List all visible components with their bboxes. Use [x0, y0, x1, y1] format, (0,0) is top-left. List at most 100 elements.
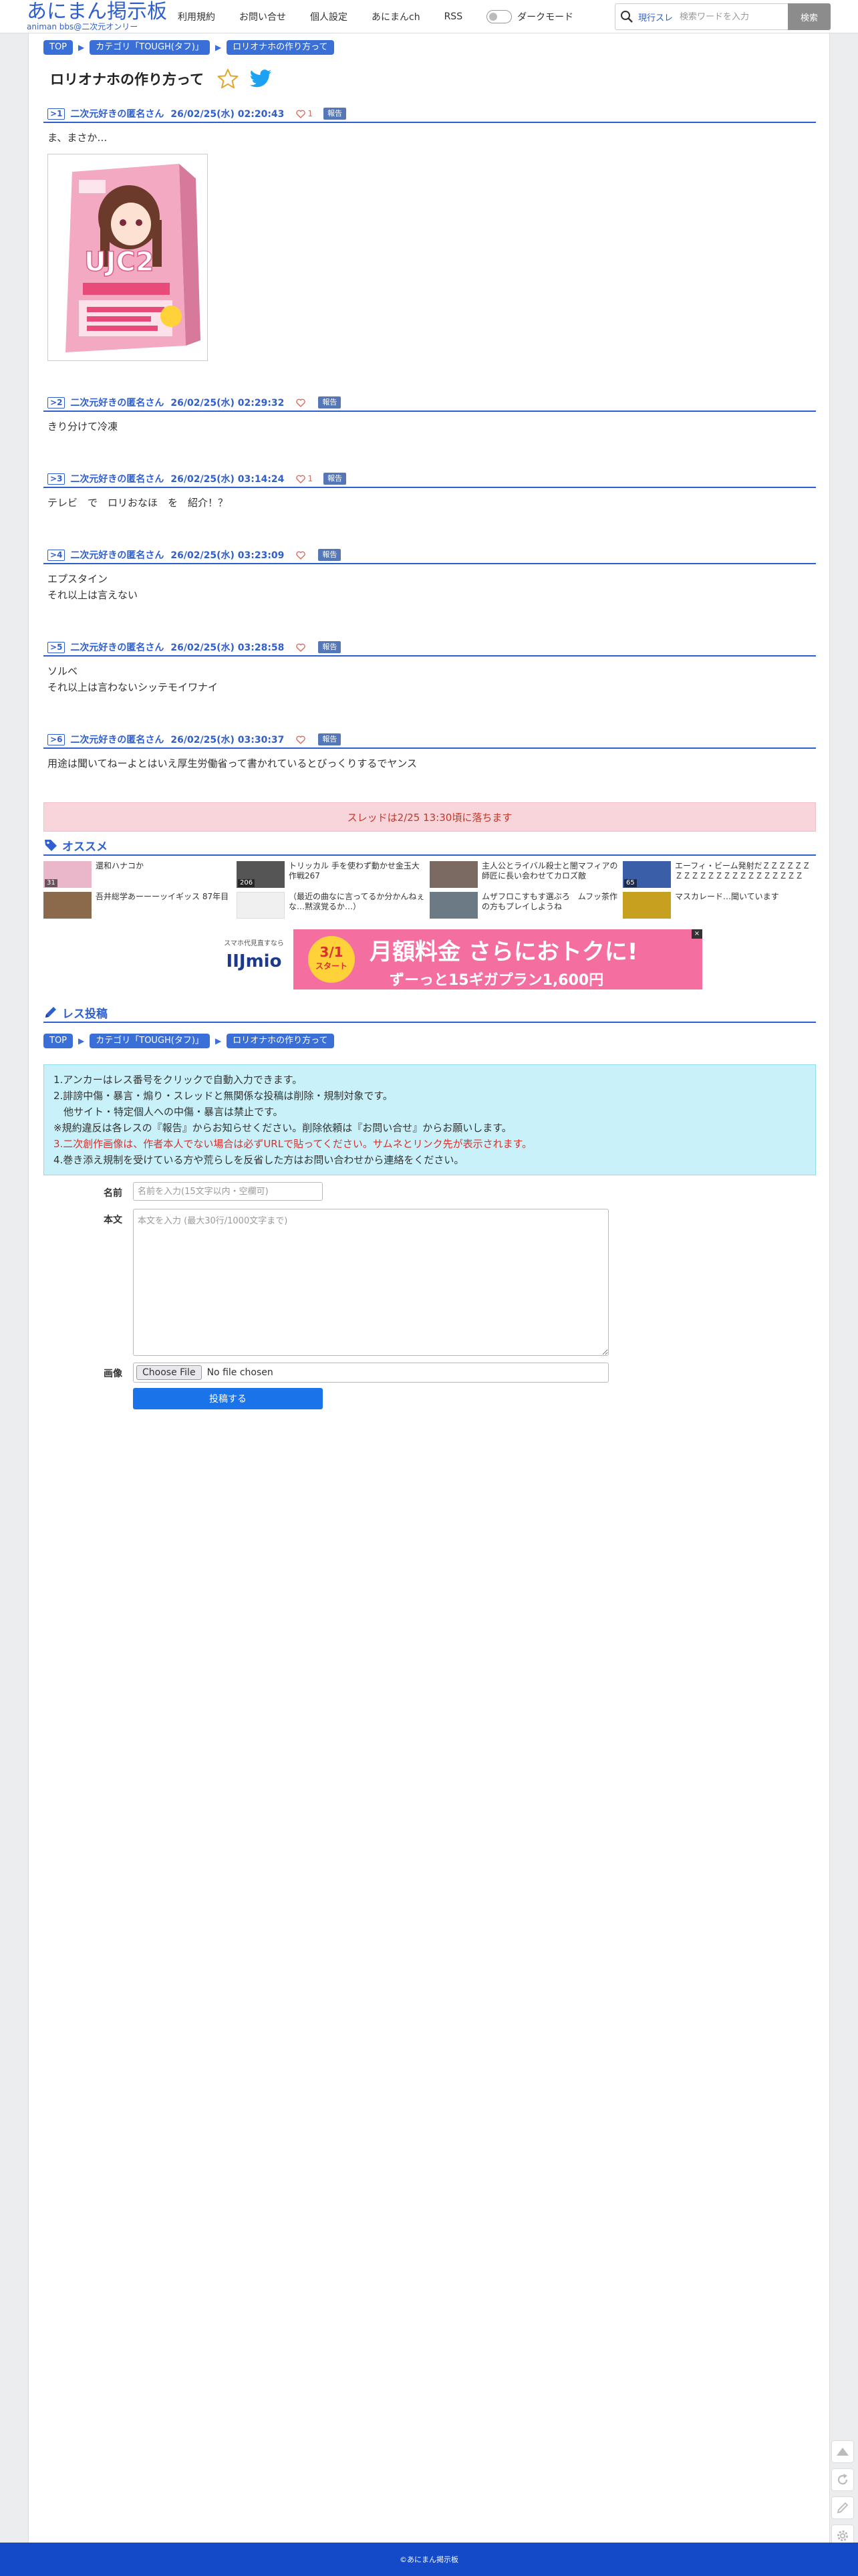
heart-icon — [296, 110, 306, 118]
page-title: ロリオナホの作り方って — [50, 72, 204, 88]
report-button[interactable]: 報告 — [318, 641, 341, 653]
nav-settings[interactable]: 個人設定 — [310, 10, 347, 23]
search-mode-select[interactable]: 現行スレ — [638, 11, 673, 23]
compose-button[interactable] — [831, 2496, 854, 2519]
report-button[interactable]: 報告 — [323, 473, 347, 485]
res-number[interactable]: >4 — [47, 549, 65, 561]
breadcrumb-top[interactable]: TOP — [43, 40, 74, 55]
ad-badge: 3/1 スタート — [308, 936, 355, 983]
name-label: 名前 — [104, 1188, 122, 1199]
name-field[interactable] — [133, 1182, 323, 1201]
search-icon — [615, 4, 638, 29]
recommend-thumbnail: 65 — [623, 861, 671, 888]
res-number[interactable]: >3 — [47, 473, 65, 485]
post-header: >5 二次元好きの匿名さん 26/02/25(水) 03:28:58 報告 — [43, 639, 816, 657]
report-button[interactable]: 報告 — [318, 396, 341, 408]
post-line: 用途は聞いてねーよとはいえ厚生労働省って書かれているとびっくりするでヤンス — [47, 757, 418, 770]
post-date: 26/02/25(水) 02:20:43 — [170, 109, 285, 120]
res-number-value: 5 — [57, 642, 63, 652]
res-number[interactable]: >1 — [47, 108, 65, 120]
ad-banner[interactable]: スマホ代見直すなら IIJmio 3/1 スタート 月額料金 さらにおトクに! … — [214, 929, 702, 989]
res-number-value: 2 — [57, 397, 63, 407]
recommend-item[interactable]: ムザフロこすもす選ぶろ ムフッ茶作の方もプレイしようね — [430, 892, 623, 919]
like-button[interactable] — [296, 735, 307, 744]
res-number[interactable]: >2 — [47, 396, 65, 408]
like-button[interactable]: 1 — [296, 474, 313, 483]
breadcrumb-top[interactable]: TOP — [43, 1034, 74, 1048]
post-image[interactable]: UJC2 — [47, 154, 208, 361]
report-button[interactable]: 報告 — [323, 108, 347, 120]
twitter-share-icon[interactable] — [249, 69, 272, 89]
scroll-top-button[interactable] — [831, 2440, 854, 2463]
search-input[interactable] — [680, 11, 780, 22]
body-field[interactable] — [133, 1209, 609, 1356]
post-date: 26/02/25(水) 03:23:09 — [170, 550, 285, 561]
recommend-item[interactable]: 31 還和ハナコか — [43, 861, 237, 888]
ad-badge-label: スタート — [315, 961, 347, 971]
site-logo[interactable]: あにまん掲示板 animan bbs@二次元オンリー — [27, 1, 167, 32]
image-label: 画像 — [104, 1369, 122, 1379]
recommend-item[interactable]: 主人公とライバル殺士と闇マフィアの師匠に長い会わせてカロズ敵 — [430, 861, 623, 888]
reload-button[interactable] — [831, 2468, 854, 2491]
submit-button[interactable]: 投稿する — [133, 1388, 323, 1409]
breadcrumb-category[interactable]: カテゴリ「TOUGH(タフ)」 — [90, 40, 210, 55]
recommend-item[interactable]: マスカレード…聞いています — [623, 892, 816, 919]
like-button[interactable] — [296, 643, 307, 652]
like-button[interactable] — [296, 551, 307, 560]
like-button[interactable] — [296, 398, 307, 407]
rule-line: 4.巻き添え規制を受けている方や荒らしを反省した方はお問い合わせから連絡をくださ… — [53, 1154, 464, 1166]
recommend-grid: 31 還和ハナコか 206 トリッカル 手を使わず動かせ金玉大作戦267 主人公… — [43, 861, 816, 919]
recommend-item[interactable]: 65 エーフィ・ビーム発射だＺＺＺＺＺＺＺＺＺＺＺＺＺＺＺＺＺＺＺＺＺＺ — [623, 861, 816, 888]
toggle-switch[interactable] — [486, 10, 513, 23]
reply-form-section: レス投稿 — [43, 1003, 816, 1023]
ad-subline: ずーっと15ギガプラン1,600円 — [390, 972, 604, 989]
recommend-item[interactable]: 吾井総学あーーーッイギッス 87年目 — [43, 892, 237, 919]
choose-file-button[interactable]: Choose File — [136, 1365, 202, 1380]
ad-close-icon[interactable]: × — [692, 929, 702, 939]
post-line: きり分けて冷凍 — [47, 421, 118, 433]
breadcrumb-bottom: TOP ▶ カテゴリ「TOUGH(タフ)」 ▶ ロリオナホの作り方って — [43, 1034, 334, 1048]
post-line: ソルベ — [47, 665, 78, 677]
ad-brand-logo: IIJmio — [226, 951, 282, 971]
post-body: テレビ で ロリおなほ を 紹介！？ — [47, 495, 816, 511]
search-button[interactable]: 検索 — [788, 3, 831, 30]
report-button[interactable]: 報告 — [318, 733, 341, 745]
recommend-item[interactable]: （最近の曲なに言ってるか分かんねぇな…黙涙覚るか…） — [237, 892, 430, 919]
favorite-star-icon[interactable] — [217, 68, 239, 90]
pencil-icon — [837, 2502, 849, 2514]
post-header: >3 二次元好きの匿名さん 26/02/25(水) 03:14:24 1 報告 — [43, 471, 816, 488]
post-date: 26/02/25(水) 02:29:32 — [170, 398, 285, 408]
recommend-item[interactable]: 206 トリッカル 手を使わず動かせ金玉大作戦267 — [237, 861, 430, 888]
report-button[interactable]: 報告 — [318, 549, 341, 561]
res-number[interactable]: >6 — [47, 733, 65, 745]
post-line: それ以上は言わないシッテモイワナイ — [47, 681, 219, 693]
toggle-knob — [489, 13, 498, 21]
nav-terms[interactable]: 利用規約 — [178, 10, 215, 23]
like-button[interactable]: 1 — [296, 109, 313, 118]
dark-mode-toggle[interactable]: ダークモード — [486, 10, 573, 23]
post: >3 二次元好きの匿名さん 26/02/25(水) 03:14:24 1 報告 … — [43, 471, 816, 511]
breadcrumb-thread[interactable]: ロリオナホの作り方って — [227, 1034, 334, 1048]
recommend-thumbnail — [430, 861, 478, 888]
post: >1 二次元好きの匿名さん 26/02/25(水) 02:20:43 1 報告 … — [43, 106, 816, 361]
breadcrumb-category[interactable]: カテゴリ「TOUGH(タフ)」 — [90, 1034, 210, 1048]
post-body: 用途は聞いてねーよとはいえ厚生労働省って書かれているとびっくりするでヤンス — [47, 755, 816, 772]
section-title: オススメ — [62, 840, 108, 854]
res-number-value: 3 — [57, 473, 63, 483]
logo-title: あにまん掲示板 — [27, 0, 167, 23]
nav-contact[interactable]: お問い合せ — [239, 10, 286, 23]
nav-rss[interactable]: RSS — [444, 11, 463, 22]
section-title: レス投稿 — [62, 1007, 108, 1021]
image-file-input[interactable]: Choose File No file chosen — [133, 1363, 609, 1383]
ad-headline: 月額料金 さらにおトクに! — [370, 939, 638, 965]
recommend-title: （最近の曲なに言ってるか分かんねぇな…黙涙覚るか…） — [289, 892, 425, 911]
post-line: それ以上は言えない — [47, 589, 138, 601]
nav-animanch[interactable]: あにまんch — [372, 10, 420, 23]
recommend-title: 吾井総学あーーーッイギッス 87年目 — [96, 892, 229, 901]
breadcrumb-thread[interactable]: ロリオナホの作り方って — [227, 40, 334, 55]
heart-icon — [296, 643, 306, 652]
res-number[interactable]: >5 — [47, 641, 65, 653]
post: >6 二次元好きの匿名さん 26/02/25(水) 03:30:37 報告 用途… — [43, 731, 816, 772]
like-count: 1 — [307, 109, 313, 118]
recommend-thumbnail — [430, 892, 478, 919]
